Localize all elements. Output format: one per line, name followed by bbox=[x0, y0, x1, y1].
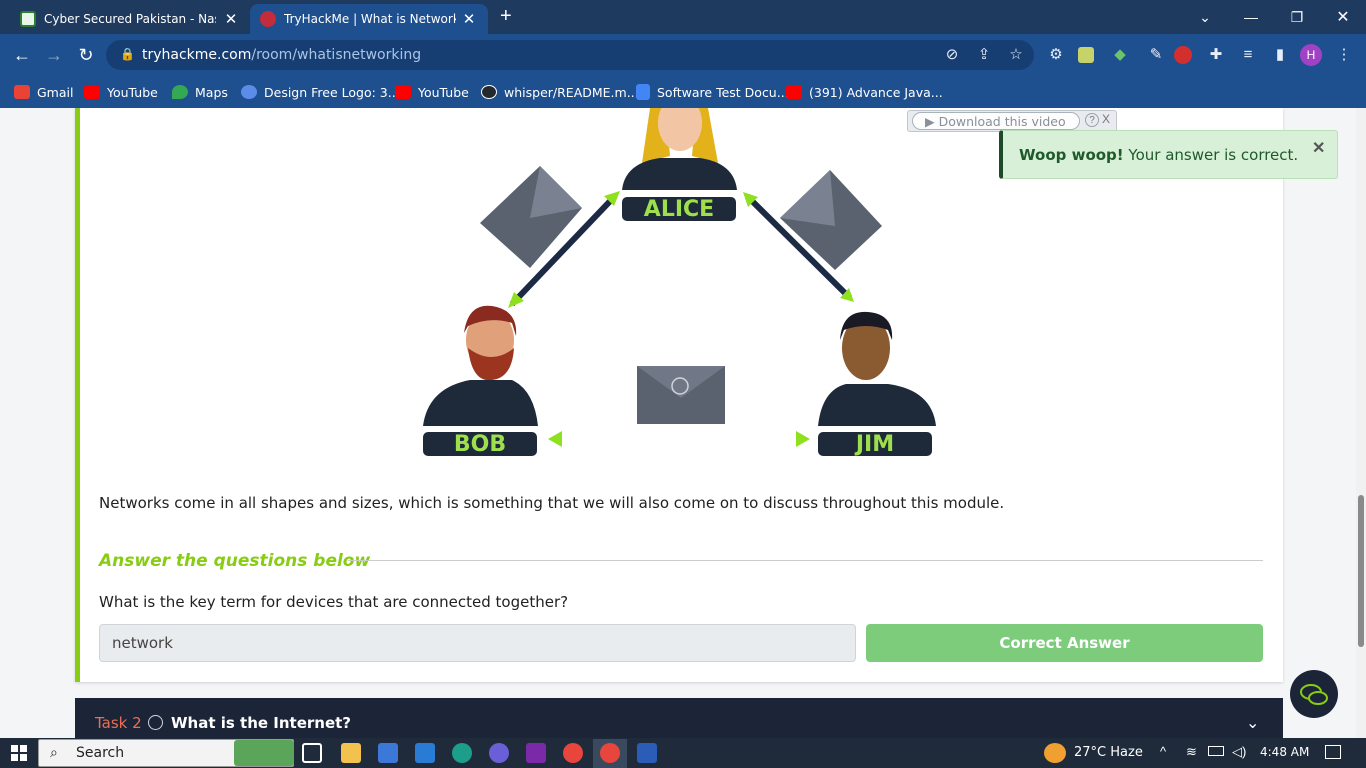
tab-cyber-secured[interactable]: Cyber Secured Pakistan - Nas.io | ✕ bbox=[10, 4, 250, 34]
alice-avatar bbox=[622, 108, 737, 190]
gmail-icon bbox=[14, 85, 30, 99]
side-panel-icon[interactable]: ▮ bbox=[1270, 45, 1290, 65]
alice-label: ALICE bbox=[622, 197, 736, 222]
bookmark-whisper[interactable]: whisper/README.m... bbox=[481, 82, 639, 102]
restore-button[interactable]: ❐ bbox=[1274, 0, 1320, 34]
jim-label: JIM bbox=[818, 432, 932, 457]
envelope-icon bbox=[637, 366, 725, 424]
heading-divider bbox=[348, 560, 1263, 561]
chevron-down-icon[interactable]: ⌄ bbox=[1246, 713, 1259, 733]
bookmark-design-logo[interactable]: Design Free Logo: 3... bbox=[241, 82, 400, 102]
edge-icon[interactable] bbox=[452, 743, 472, 763]
tray-chevron-up-icon[interactable]: ^ bbox=[1160, 744, 1166, 759]
task-paragraph: Networks come in all shapes and sizes, w… bbox=[99, 494, 1005, 512]
extensions-puzzle-icon[interactable]: ✚ bbox=[1206, 45, 1226, 65]
store-icon[interactable] bbox=[378, 743, 398, 763]
word-icon[interactable] bbox=[637, 743, 657, 763]
close-tab-icon[interactable]: ✕ bbox=[460, 10, 478, 28]
mail-icon[interactable] bbox=[415, 743, 435, 763]
youtube-icon bbox=[395, 85, 411, 99]
bob-avatar bbox=[423, 305, 538, 426]
chrome-active-icon[interactable] bbox=[600, 743, 620, 763]
github-icon bbox=[481, 85, 497, 99]
lock-icon[interactable]: 🔒 bbox=[120, 47, 135, 61]
media-app-icon[interactable] bbox=[489, 743, 509, 763]
bookmark-software-test[interactable]: Software Test Docu... bbox=[636, 82, 789, 102]
bob-label: BOB bbox=[423, 432, 537, 457]
task-status-circle-icon bbox=[148, 715, 163, 730]
bookmark-maps[interactable]: Maps bbox=[172, 82, 228, 102]
task2-title[interactable]: What is the Internet? bbox=[171, 714, 351, 732]
youtube-icon bbox=[786, 85, 802, 99]
url-text[interactable]: tryhackme.com/room/whatisnetworking bbox=[142, 47, 421, 63]
taskbar-clock[interactable]: 4:48 AM bbox=[1260, 745, 1309, 759]
bookmark-star-icon[interactable]: ☆ bbox=[1006, 45, 1026, 65]
download-video-button[interactable]: ▶ Download this video bbox=[912, 112, 1080, 130]
adblock-icon[interactable] bbox=[1174, 46, 1192, 64]
youtube-icon bbox=[84, 85, 100, 99]
extension-pen-icon[interactable]: ✎ bbox=[1146, 45, 1166, 65]
tab-tryhackme[interactable]: TryHackMe | What is Networking ✕ bbox=[250, 4, 488, 34]
toast-message: Woop woop! Your answer is correct. bbox=[1019, 146, 1299, 164]
scrollbar-thumb[interactable] bbox=[1358, 495, 1364, 647]
answer-input[interactable] bbox=[99, 624, 856, 662]
bookmark-youtube-2[interactable]: YouTube bbox=[395, 82, 469, 102]
correct-answer-button[interactable]: Correct Answer bbox=[866, 624, 1263, 662]
minimize-button[interactable]: — bbox=[1228, 0, 1274, 34]
reload-icon[interactable]: ↻ bbox=[74, 44, 98, 66]
envelope-icon bbox=[480, 166, 582, 268]
extension-globe-icon[interactable]: ◆ bbox=[1110, 45, 1130, 65]
notification-icon[interactable] bbox=[1325, 745, 1341, 759]
tryhackme-favicon-icon bbox=[260, 11, 276, 27]
network-diagram bbox=[423, 108, 936, 447]
search-highlight-image bbox=[234, 740, 294, 766]
tab-search-icon[interactable]: ⌄ bbox=[1182, 0, 1228, 34]
taskbar-search-text[interactable]: Search bbox=[76, 745, 124, 761]
battery-icon[interactable] bbox=[1208, 746, 1224, 756]
toast-close-icon[interactable]: ✕ bbox=[1312, 138, 1325, 158]
maps-icon bbox=[172, 85, 188, 99]
tab-title: Cyber Secured Pakistan - Nas.io | bbox=[44, 12, 216, 26]
envelope-icon bbox=[780, 170, 882, 270]
profile-avatar[interactable]: H bbox=[1300, 44, 1322, 66]
chat-button[interactable] bbox=[1290, 670, 1338, 718]
bookmark-youtube[interactable]: YouTube bbox=[84, 82, 158, 102]
extension-green-icon[interactable] bbox=[1078, 47, 1094, 63]
jim-avatar bbox=[818, 311, 936, 426]
menu-kebab-icon[interactable]: ⋮ bbox=[1334, 45, 1354, 65]
question-text: What is the key term for devices that ar… bbox=[99, 593, 569, 611]
chat-icon bbox=[1300, 684, 1328, 705]
new-tab-button[interactable]: + bbox=[500, 5, 512, 28]
eye-off-icon[interactable]: ⊘ bbox=[942, 45, 962, 65]
windows-start-icon[interactable] bbox=[11, 745, 27, 761]
file-explorer-icon[interactable] bbox=[341, 743, 361, 763]
hex-app-icon[interactable] bbox=[526, 743, 546, 763]
extension-gear-icon[interactable]: ⚙ bbox=[1046, 45, 1066, 65]
task2-label: Task 2 bbox=[95, 714, 142, 732]
media-control-icon[interactable]: ≡ bbox=[1238, 45, 1258, 65]
design-logo-icon bbox=[241, 85, 257, 99]
forward-icon[interactable]: → bbox=[42, 44, 66, 66]
back-icon[interactable]: ← bbox=[10, 44, 34, 66]
close-window-button[interactable]: ✕ bbox=[1320, 0, 1366, 34]
tab-title: TryHackMe | What is Networking bbox=[284, 12, 456, 26]
bookmark-gmail[interactable]: Gmail bbox=[14, 82, 73, 102]
nasio-favicon-icon bbox=[20, 11, 36, 27]
search-icon: ⌕ bbox=[50, 744, 58, 760]
volume-icon[interactable]: ◁) bbox=[1232, 744, 1246, 760]
close-tab-icon[interactable]: ✕ bbox=[222, 10, 240, 28]
help-icon[interactable]: ? bbox=[1085, 113, 1099, 127]
docs-icon bbox=[636, 84, 650, 100]
task-view-icon[interactable] bbox=[302, 743, 322, 763]
share-icon[interactable]: ⇪ bbox=[974, 45, 994, 65]
bookmark-advance-java[interactable]: (391) Advance Java... bbox=[786, 82, 943, 102]
answer-heading: Answer the questions below bbox=[99, 551, 371, 571]
wifi-icon[interactable]: ≋ bbox=[1186, 744, 1197, 760]
weather-icon[interactable] bbox=[1044, 743, 1066, 763]
close-download-icon[interactable]: X bbox=[1102, 112, 1110, 126]
weather-text[interactable]: 27°C Haze bbox=[1074, 745, 1143, 760]
chrome-icon[interactable] bbox=[563, 743, 583, 763]
